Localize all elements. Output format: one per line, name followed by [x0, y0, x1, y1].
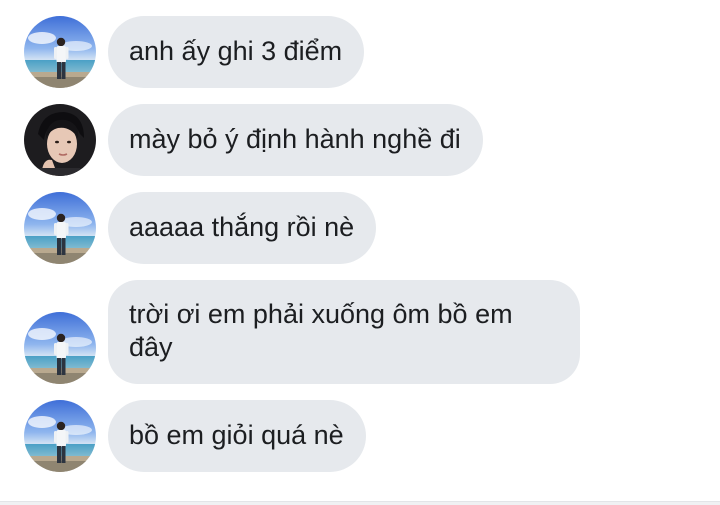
- avatar[interactable]: [24, 192, 96, 264]
- message-row: anh ấy ghi 3 điểm: [0, 16, 720, 88]
- beach-avatar-icon: [24, 400, 96, 472]
- avatar[interactable]: [24, 104, 96, 176]
- message-bubble[interactable]: anh ấy ghi 3 điểm: [108, 16, 365, 88]
- message-row: trời ơi em phải xuống ôm bồ em đây: [0, 280, 720, 384]
- chat-thread: anh ấy ghi 3 điểm mày bỏ ý định hành ngh…: [0, 0, 720, 505]
- message-bubble[interactable]: mày bỏ ý định hành nghề đi: [108, 104, 483, 176]
- beach-avatar-icon: [24, 16, 96, 88]
- message-bubble[interactable]: bồ em giỏi quá nè: [108, 400, 366, 472]
- message-row: aaaaa thắng rồi nè: [0, 192, 720, 264]
- message-row: bồ em giỏi quá nè: [0, 400, 720, 472]
- dark-avatar-icon: [24, 104, 96, 176]
- avatar[interactable]: [24, 16, 96, 88]
- message-row: mày bỏ ý định hành nghề đi: [0, 104, 720, 176]
- beach-avatar-icon: [24, 312, 96, 384]
- beach-avatar-icon: [24, 192, 96, 264]
- message-bubble[interactable]: trời ơi em phải xuống ôm bồ em đây: [108, 280, 580, 384]
- message-bubble[interactable]: aaaaa thắng rồi nè: [108, 192, 377, 264]
- avatar[interactable]: [24, 312, 96, 384]
- avatar[interactable]: [24, 400, 96, 472]
- divider: [0, 501, 720, 505]
